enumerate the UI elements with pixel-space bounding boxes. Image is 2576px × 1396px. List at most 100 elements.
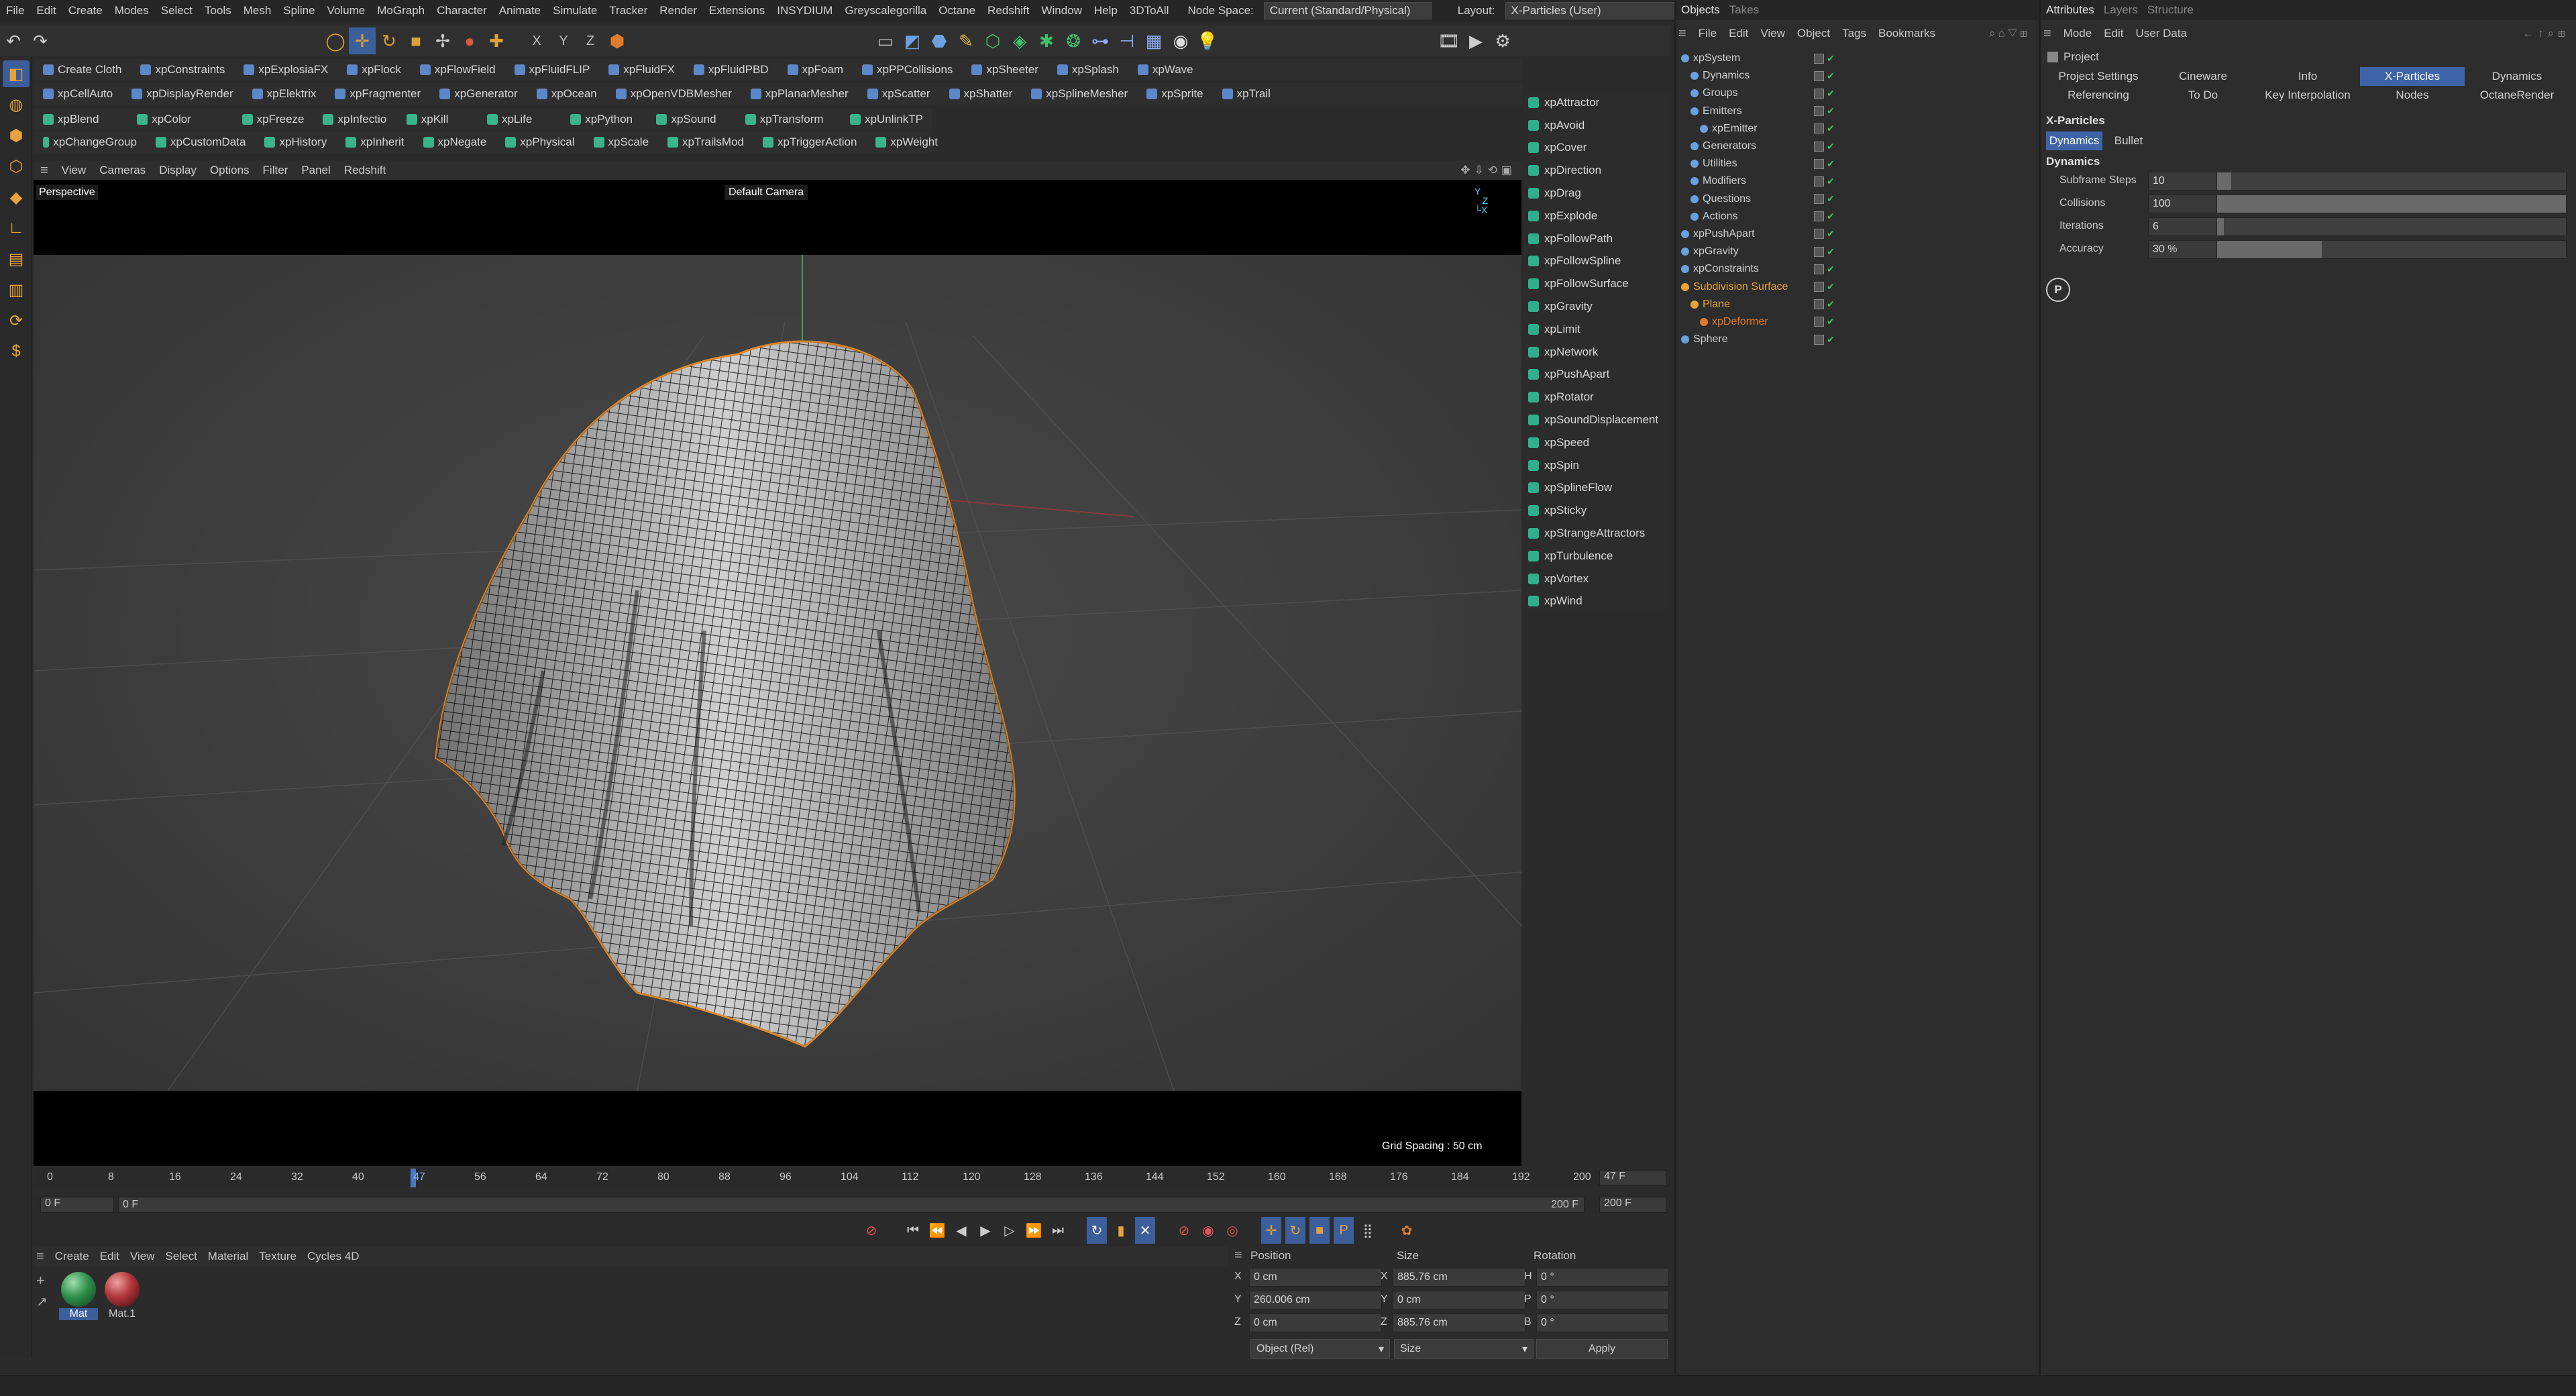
object-search-icons[interactable]: ⌕⌂▽⊞ — [1989, 27, 2037, 40]
plugin-xpblend[interactable]: xpBlend — [34, 113, 127, 126]
visibility-toggle[interactable] — [1814, 88, 1824, 99]
snap-icon[interactable]: ▤ — [3, 246, 30, 272]
plugin-xpopenvdbmesher[interactable]: xpOpenVDBMesher — [606, 87, 741, 101]
param-value-field[interactable]: 10 — [2148, 172, 2220, 191]
object-row[interactable]: xpGravity ✔ — [1676, 243, 2037, 260]
plugin-xpfluidfx[interactable]: xpFluidFX — [599, 63, 684, 76]
plugin-xpkill[interactable]: xpKill — [397, 113, 478, 126]
plugin-xpshatter[interactable]: xpShatter — [940, 87, 1022, 101]
play-icon[interactable]: ▶ — [975, 1217, 996, 1244]
plugin-xpunlinktp[interactable]: xpUnlinkTP — [841, 113, 932, 126]
material-tool-icon[interactable]: ↗ — [36, 1293, 48, 1310]
next-frame-icon[interactable]: ▷ — [1000, 1217, 1020, 1244]
menu-extensions[interactable]: Extensions — [703, 4, 771, 17]
enabled-check-icon[interactable]: ✔ — [1827, 70, 1835, 82]
enabled-check-icon[interactable]: ✔ — [1827, 105, 1835, 117]
tab-structure[interactable]: Structure — [2147, 3, 2194, 17]
key-scale-icon[interactable]: ■ — [1309, 1217, 1330, 1244]
menu-simulate[interactable]: Simulate — [547, 4, 603, 17]
loop-icon[interactable]: ↻ — [1087, 1217, 1107, 1244]
palette-xppushapart[interactable]: xpPushApart — [1524, 364, 1670, 386]
tab-cineware[interactable]: Cineware — [2151, 67, 2255, 86]
scale-tool-icon[interactable]: ■ — [402, 28, 429, 54]
camera-icon[interactable]: ◉ — [1167, 28, 1194, 54]
object-row[interactable]: xpEmitter ✔ — [1676, 120, 2037, 138]
object-row[interactable]: Groups ✔ — [1676, 85, 2037, 102]
plugin-xpfluidpbd[interactable]: xpFluidPBD — [684, 63, 778, 76]
position-field[interactable]: 0 cm — [1249, 1268, 1382, 1287]
points-mode-icon[interactable]: ⬢ — [3, 122, 30, 149]
attribute-menu-userdata[interactable]: User Data — [2136, 27, 2188, 40]
locked-workplane-icon[interactable]: ⟳ — [3, 307, 30, 334]
plugin-xppython[interactable]: xpPython — [561, 113, 647, 126]
subdivision-icon[interactable]: ⬡ — [979, 28, 1006, 54]
plugin-create-cloth[interactable]: Create Cloth — [34, 63, 131, 76]
layout-dropdown[interactable]: X-Particles (User) — [1505, 2, 1699, 19]
viewport-menu-redshift[interactable]: Redshift — [337, 164, 392, 177]
tab-objects[interactable]: Objects — [1681, 3, 1720, 17]
object-row[interactable]: Utilities ✔ — [1676, 155, 2037, 172]
tab-project-settings[interactable]: Project Settings — [2046, 67, 2151, 86]
material-item[interactable]: Mat — [59, 1272, 98, 1320]
plugin-xpinfectio[interactable]: xpInfectio — [313, 113, 396, 126]
coords-mode-dropdown[interactable]: Object (Rel) ▾ — [1250, 1339, 1390, 1359]
viewport[interactable]: Perspective Default Camera Y Z └X Grid Sp… — [34, 180, 1521, 1166]
plugin-xpppcollisions[interactable]: xpPPCollisions — [853, 63, 962, 76]
object-flags[interactable]: ✔ — [1814, 246, 1835, 258]
object-menu-hamburger-icon[interactable]: ≡ — [1678, 26, 1686, 42]
palette-xplimit[interactable]: xpLimit — [1524, 318, 1670, 341]
object-menu-file[interactable]: File — [1699, 27, 1717, 40]
plugin-xpplanarmesher[interactable]: xpPlanarMesher — [741, 87, 858, 101]
plugin-xpfragmenter[interactable]: xpFragmenter — [325, 87, 430, 101]
menu-select[interactable]: Select — [155, 4, 199, 17]
object-menu-object[interactable]: Object — [1797, 27, 1830, 40]
previous-key-icon[interactable]: ⏪ — [927, 1217, 947, 1244]
menu-window[interactable]: Window — [1035, 4, 1087, 17]
plugin-xpfluidflip[interactable]: xpFluidFLIP — [505, 63, 600, 76]
plugin-xpweight[interactable]: xpWeight — [866, 136, 947, 149]
param-slider[interactable] — [2216, 217, 2567, 236]
enabled-check-icon[interactable]: ✔ — [1827, 176, 1835, 187]
object-row[interactable]: Questions ✔ — [1676, 191, 2037, 208]
live-selection-icon[interactable]: ◯ — [322, 28, 349, 54]
menu-render[interactable]: Render — [653, 4, 703, 17]
rotation-field[interactable]: 0 ° — [1536, 1268, 1669, 1287]
palette-xpnetwork[interactable]: xpNetwork — [1524, 341, 1670, 364]
palette-xpfollowpath[interactable]: xpFollowPath — [1524, 227, 1670, 250]
menu-animate[interactable]: Animate — [493, 4, 547, 17]
enabled-check-icon[interactable]: ✔ — [1827, 334, 1835, 345]
place-tool-icon[interactable]: ● — [456, 28, 483, 54]
plugin-xpnegate[interactable]: xpNegate — [414, 136, 496, 149]
plugin-xpsprite[interactable]: xpSprite — [1137, 87, 1212, 101]
object-flags[interactable]: ✔ — [1814, 316, 1835, 327]
palette-xpfollowsurface[interactable]: xpFollowSurface — [1524, 272, 1670, 295]
menu-redshift[interactable]: Redshift — [981, 4, 1035, 17]
material-item[interactable]: Mat.1 — [101, 1272, 144, 1320]
palette-xpstrangeattractors[interactable]: xpStrangeAttractors — [1524, 522, 1670, 545]
attribute-menu-edit[interactable]: Edit — [2104, 27, 2123, 40]
tab-to-do[interactable]: To Do — [2151, 86, 2255, 105]
object-flags[interactable]: ✔ — [1814, 264, 1835, 275]
plugin-xpphysical[interactable]: xpPhysical — [496, 136, 584, 149]
attribute-menu-hamburger-icon[interactable]: ≡ — [2043, 26, 2051, 42]
menu-spline[interactable]: Spline — [277, 4, 321, 17]
visibility-toggle[interactable] — [1814, 282, 1824, 292]
tab-nodes[interactable]: Nodes — [2360, 86, 2465, 105]
current-frame-field[interactable]: 47 F — [1599, 1170, 1666, 1186]
palette-xpcover[interactable]: xpCover — [1524, 137, 1670, 160]
enabled-check-icon[interactable]: ✔ — [1827, 193, 1835, 205]
previous-frame-icon[interactable]: ◀ — [951, 1217, 971, 1244]
plugin-xphistory[interactable]: xpHistory — [255, 136, 336, 149]
menu-volume[interactable]: Volume — [321, 4, 372, 17]
plugin-xpsplash[interactable]: xpSplash — [1048, 63, 1128, 76]
position-field[interactable]: 260.006 cm — [1249, 1291, 1382, 1309]
pen-spline-icon[interactable]: ✎ — [953, 28, 979, 54]
object-row[interactable]: Emitters ✔ — [1676, 103, 2037, 120]
apply-button[interactable]: Apply — [1536, 1339, 1668, 1359]
floor-icon[interactable]: ▦ — [1140, 28, 1167, 54]
effector-icon[interactable]: ❂ — [1060, 28, 1087, 54]
enabled-check-icon[interactable]: ✔ — [1827, 299, 1835, 310]
material-menu-hamburger-icon[interactable]: ≡ — [36, 1249, 44, 1265]
size-field[interactable]: 0 cm — [1393, 1291, 1525, 1309]
visibility-toggle[interactable] — [1814, 317, 1824, 327]
